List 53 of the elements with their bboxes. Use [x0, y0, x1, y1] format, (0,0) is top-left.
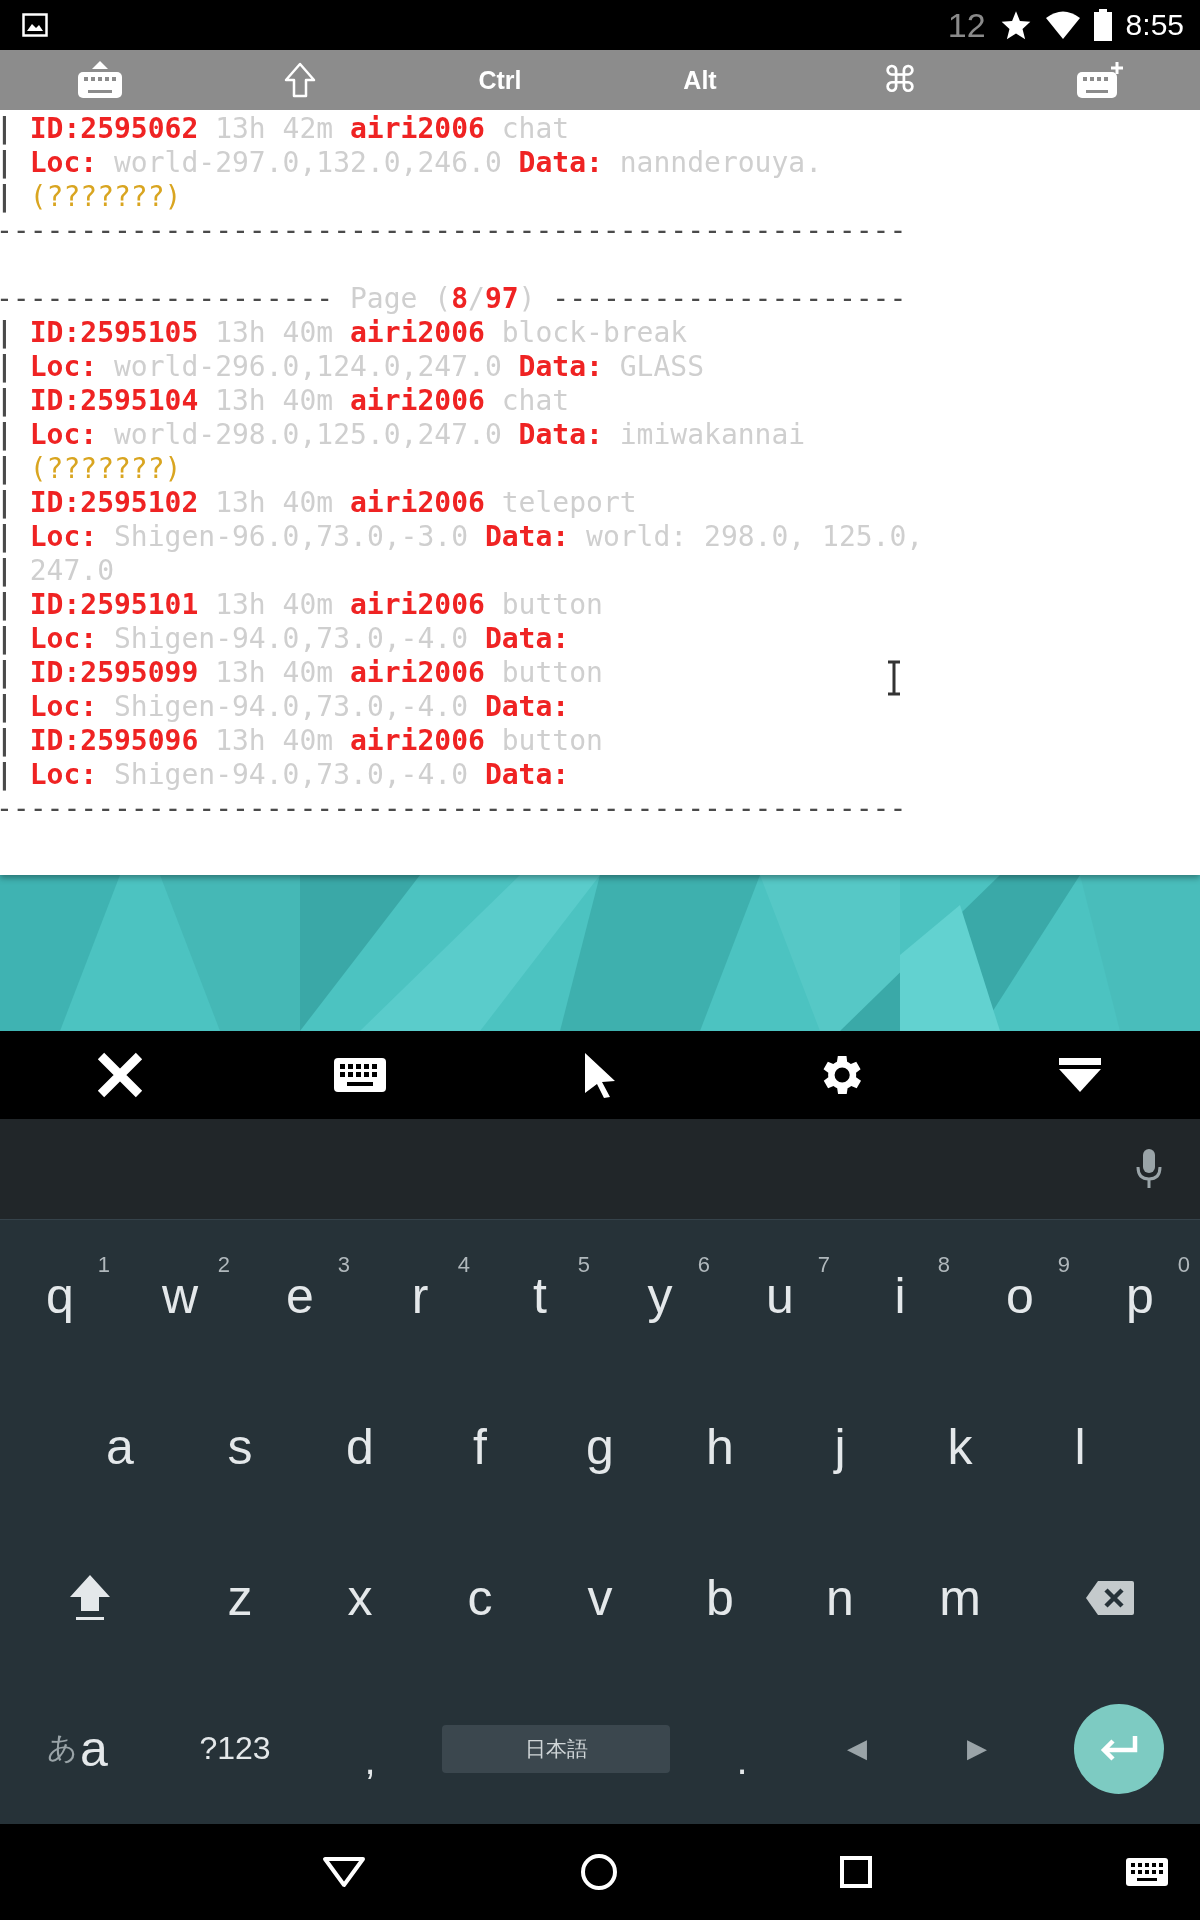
- wifi-icon: [1045, 11, 1080, 39]
- key-hint: 4: [457, 1252, 470, 1278]
- keyboard-key[interactable]: s: [180, 1371, 300, 1522]
- cursor-key[interactable]: ▶: [917, 1673, 1037, 1824]
- keyboard-key[interactable]: m: [900, 1522, 1020, 1673]
- keyboard-key[interactable]: p 0: [1080, 1220, 1200, 1371]
- keyboard-key[interactable]: l: [1020, 1371, 1140, 1522]
- notification-count: 12: [947, 5, 986, 45]
- keyboard-key[interactable]: q 1: [0, 1220, 120, 1371]
- key-hint: 8: [937, 1252, 950, 1278]
- keyboard-key[interactable]: v: [540, 1522, 660, 1673]
- cursor-key[interactable]: ◀: [797, 1673, 917, 1824]
- keyboard-key[interactable]: u 7: [720, 1220, 840, 1371]
- star-icon: [999, 10, 1032, 40]
- battery-icon: [1093, 9, 1112, 41]
- keyboard-key[interactable]: i 8: [840, 1220, 960, 1371]
- key-hint: 6: [697, 1252, 710, 1278]
- text-cursor-icon: [886, 660, 902, 696]
- keyboard-key[interactable]: b: [660, 1522, 780, 1673]
- clock: 8:55: [1125, 8, 1184, 42]
- keyboard-key[interactable]: ,: [315, 1673, 425, 1824]
- key-hint: 0: [1177, 1252, 1190, 1278]
- keyboard-key[interactable]: o 9: [960, 1220, 1080, 1371]
- space-key[interactable]: 日本語: [442, 1724, 670, 1773]
- keyboard-key[interactable]: j: [780, 1371, 900, 1522]
- keyboard-key[interactable]: n: [780, 1522, 900, 1673]
- key-hint: 1: [97, 1252, 110, 1278]
- dashed-rule-text: ------------------------------------------------------: [0, 792, 907, 826]
- keyboard-key[interactable]: f: [420, 1371, 540, 1522]
- dashed-rule-text: ------------------------------------------------------: [0, 214, 907, 248]
- keyboard-key[interactable]: t 5: [480, 1220, 600, 1371]
- keyboard-key[interactable]: x: [300, 1522, 420, 1673]
- keyboard-key[interactable]: z: [180, 1522, 300, 1673]
- keyboard-key[interactable]: w 2: [120, 1220, 240, 1371]
- keyboard-key[interactable]: .: [687, 1673, 797, 1824]
- keyboard-key[interactable]: y 6: [600, 1220, 720, 1371]
- key-hint: 2: [217, 1252, 230, 1278]
- keyboard-key[interactable]: h: [660, 1371, 780, 1522]
- log-line: | (???????): [0, 180, 182, 214]
- keyboard-key[interactable]: a: [60, 1371, 180, 1522]
- keyboard-key[interactable]: c: [420, 1522, 540, 1673]
- keyboard-key[interactable]: k: [900, 1371, 1020, 1522]
- keyboard-key[interactable]: g: [540, 1371, 660, 1522]
- image-notification-icon: [22, 13, 48, 37]
- symbols-key[interactable]: ?123: [155, 1673, 315, 1824]
- key-hint: 9: [1057, 1252, 1070, 1278]
- keyboard-key[interactable]: e 3: [240, 1220, 360, 1371]
- keyboard-key[interactable]: d: [300, 1371, 420, 1522]
- key-hint: 3: [337, 1252, 350, 1278]
- keyboard-key[interactable]: r 4: [360, 1220, 480, 1371]
- log-line: | (???????): [0, 452, 182, 486]
- key-hint: 5: [577, 1252, 590, 1278]
- key-hint: 7: [817, 1252, 830, 1278]
